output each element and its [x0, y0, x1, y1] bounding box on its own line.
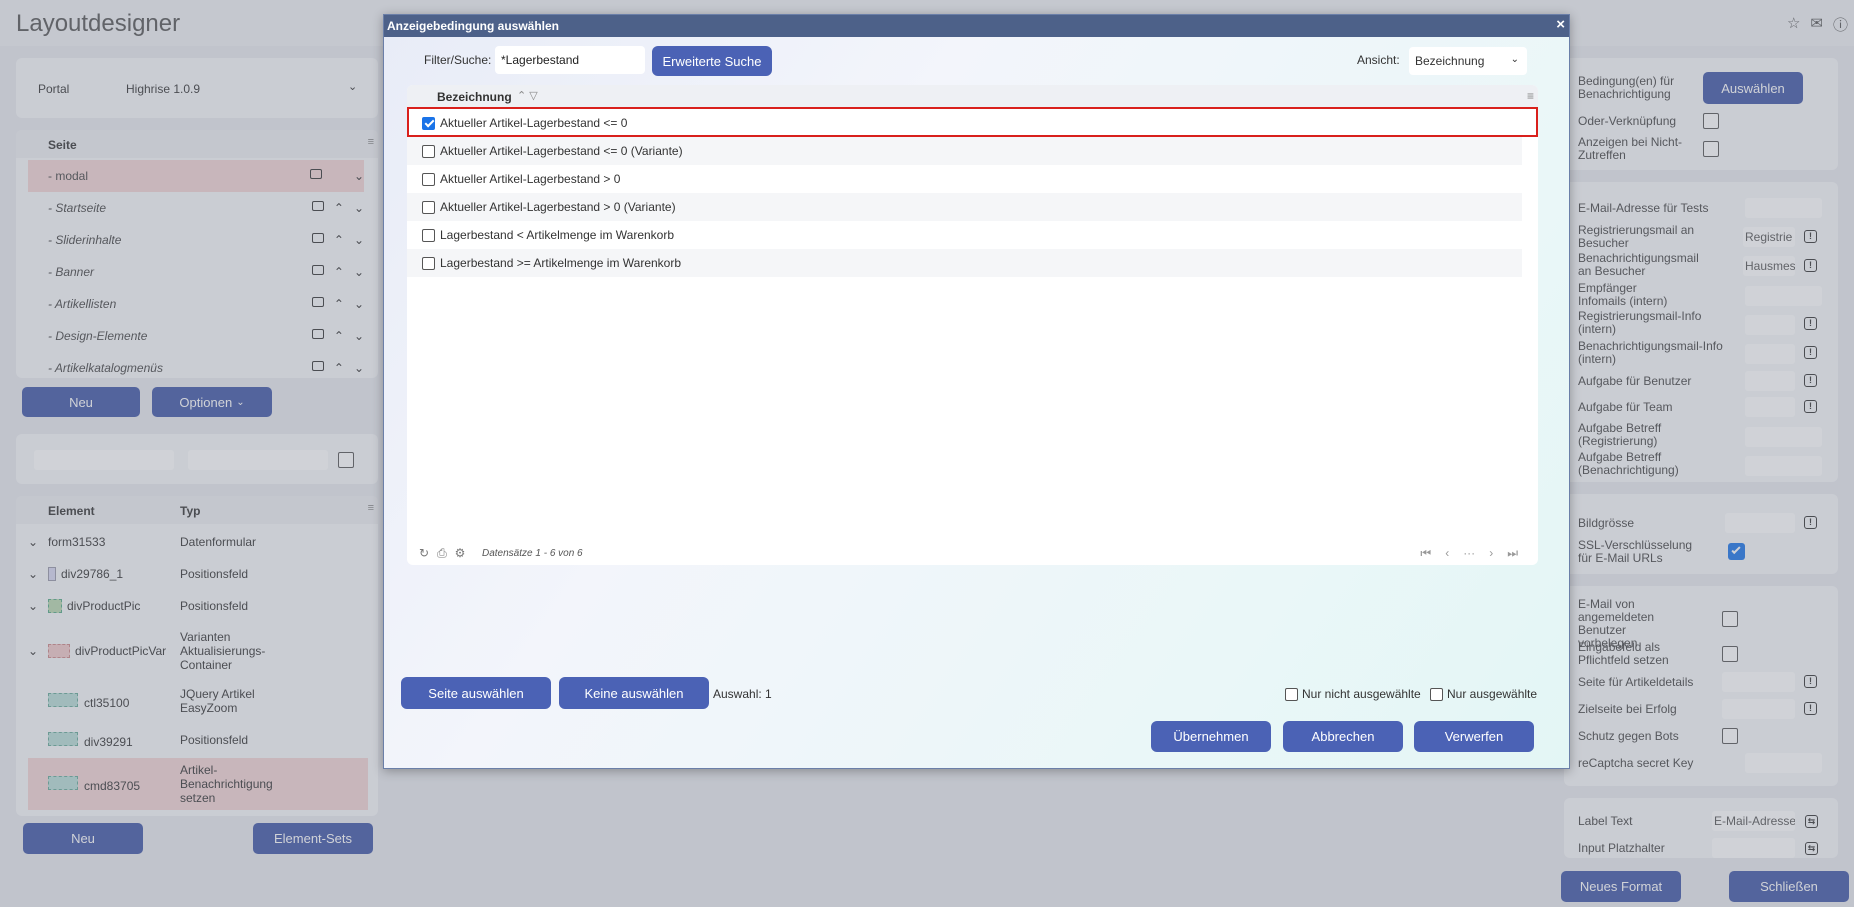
nur-ausgewaehlte-checkbox[interactable] [1430, 687, 1443, 701]
nur-nicht-ausgewaehlte-toggle[interactable]: Nur nicht ausgewählte [1285, 687, 1421, 701]
grid-row[interactable]: Lagerbestand < Artikelmenge im Warenkorb [407, 221, 1522, 249]
dialog-titlebar: Anzeigebedingung auswählen × [384, 15, 1569, 37]
selected-row-highlight [407, 107, 1538, 137]
grid-row[interactable]: Aktueller Artikel-Lagerbestand > 0 [407, 165, 1522, 193]
column-menu-icon[interactable]: ≡ [1527, 89, 1534, 103]
row-checkbox[interactable] [422, 144, 435, 158]
more-pages-icon[interactable]: ··· [1463, 546, 1475, 561]
advanced-search-button[interactable]: Erweiterte Suche [652, 46, 772, 76]
nur-nicht-checkbox[interactable] [1285, 687, 1298, 701]
chevron-down-icon: ⌄ [1510, 54, 1519, 65]
close-icon[interactable]: × [1556, 17, 1565, 32]
record-count: Datensätze 1 - 6 von 6 [482, 548, 583, 559]
refresh-icon[interactable]: ↻ [419, 546, 429, 561]
abbrechen-button[interactable]: Abbrechen [1283, 721, 1403, 752]
condition-dialog: Anzeigebedingung auswählen × Filter/Such… [383, 14, 1570, 769]
keine-auswaehlen-button[interactable]: Keine auswählen [559, 677, 709, 709]
prev-page-icon[interactable]: ‹ [1445, 546, 1449, 561]
ansicht-label: Ansicht: [1357, 53, 1400, 67]
filter-search-input[interactable] [495, 46, 645, 74]
nur-ausgewaehlte-toggle[interactable]: Nur ausgewählte [1430, 687, 1537, 701]
last-page-icon[interactable]: ⏭ [1507, 546, 1518, 561]
grid-row[interactable]: Lagerbestand >= Artikelmenge im Warenkor… [407, 249, 1522, 277]
uebernehmen-button[interactable]: Übernehmen [1151, 721, 1271, 752]
grid-row[interactable]: Aktueller Artikel-Lagerbestand <= 0 (Var… [407, 137, 1522, 165]
filter-icon[interactable]: ▽ [529, 90, 537, 102]
row-checkbox[interactable] [422, 256, 435, 270]
grid-row[interactable]: Aktueller Artikel-Lagerbestand > 0 (Vari… [407, 193, 1522, 221]
ansicht-select[interactable]: Bezeichnung ⌄ [1409, 47, 1527, 75]
grid-footer: ↻ ⎙ ⚙ Datensätze 1 - 6 von 6 ⏮ ‹ ··· › ⏭ [407, 543, 1538, 565]
verwerfen-button[interactable]: Verwerfen [1414, 721, 1534, 752]
next-page-icon[interactable]: › [1489, 546, 1493, 561]
condition-grid: Bezeichnung ⌃ ▽ ≡ Aktueller Artikel-Lage… [407, 85, 1538, 565]
row-checkbox[interactable] [422, 228, 435, 242]
auswahl-count: Auswahl: 1 [713, 687, 772, 701]
pager: ⏮ ‹ ··· › ⏭ [1420, 546, 1518, 561]
bezeichnung-column-header[interactable]: Bezeichnung [437, 90, 512, 104]
seite-auswaehlen-button[interactable]: Seite auswählen [401, 677, 551, 709]
dialog-title: Anzeigebedingung auswählen [387, 19, 560, 33]
first-page-icon[interactable]: ⏮ [1420, 546, 1431, 561]
print-icon[interactable]: ⎙ [437, 546, 447, 561]
grid-header: Bezeichnung ⌃ ▽ ≡ [407, 85, 1538, 108]
row-checkbox[interactable] [422, 172, 435, 186]
sort-asc-icon[interactable]: ⌃ [517, 90, 526, 102]
gear-icon[interactable]: ⚙ [455, 546, 466, 561]
filter-label: Filter/Suche: [424, 53, 492, 67]
row-checkbox[interactable] [422, 200, 435, 214]
